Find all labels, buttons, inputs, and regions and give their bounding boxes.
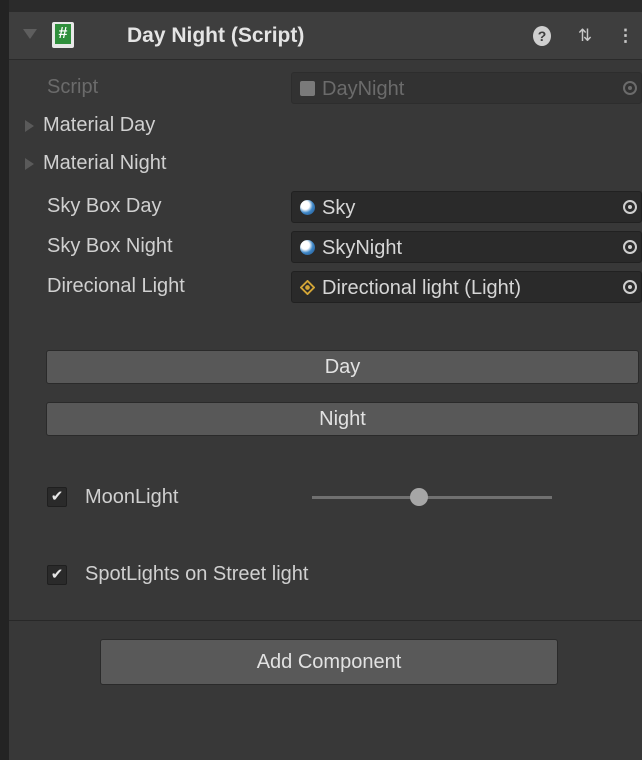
sky-box-day-field[interactable]: Sky <box>291 191 642 223</box>
add-component-button[interactable]: Add Component <box>100 639 558 685</box>
sky-box-night-value: SkyNight <box>322 237 403 259</box>
foldout-arrow-icon[interactable] <box>25 158 34 170</box>
directional-light-label: Direcional Light <box>47 275 185 297</box>
spotlights-label: SpotLights on Street light <box>85 563 309 585</box>
preset-icon[interactable]: ⇅ <box>574 26 596 46</box>
hash-icon: # <box>55 24 71 44</box>
moonlight-checkbox[interactable]: ✔ <box>47 487 67 507</box>
moonlight-slider-thumb[interactable] <box>410 488 428 506</box>
directional-light-value: Directional light (Light) <box>322 277 521 299</box>
sky-box-day-label: Sky Box Day <box>47 195 162 217</box>
sky-box-night-row: Sky Box Night SkyNight <box>9 229 642 265</box>
moonlight-label: MoonLight <box>85 486 179 508</box>
script-label: Script <box>47 76 99 98</box>
kebab-menu-icon[interactable]: ⋮ <box>617 26 634 46</box>
inspector-panel: # Day Night (Script) ? ⇅ ⋮ Script DayNig… <box>0 0 642 760</box>
sky-box-day-value: Sky <box>322 197 356 219</box>
sky-box-night-label: Sky Box Night <box>47 235 173 257</box>
left-strip <box>0 0 9 760</box>
sky-box-day-row: Sky Box Day Sky <box>9 189 642 225</box>
material-sphere-icon <box>300 240 315 255</box>
top-strip <box>0 0 642 12</box>
script-asset-icon <box>300 81 315 96</box>
moonlight-slider-track[interactable] <box>312 496 552 499</box>
fold-arrow-icon[interactable] <box>23 29 37 39</box>
material-sphere-icon <box>300 200 315 215</box>
sky-box-night-field[interactable]: SkyNight <box>291 231 642 263</box>
component-header[interactable]: # Day Night (Script) ? ⇅ ⋮ <box>9 12 642 60</box>
help-icon[interactable]: ? <box>533 26 551 46</box>
material-day-label[interactable]: Material Day <box>43 114 155 137</box>
object-picker-icon <box>623 81 637 95</box>
material-day-row[interactable]: Material Day <box>9 108 642 144</box>
object-picker-icon[interactable] <box>623 200 637 214</box>
directional-light-field[interactable]: Directional light (Light) <box>291 271 642 303</box>
script-field: DayNight <box>291 72 642 104</box>
spotlights-checkbox[interactable]: ✔ <box>47 565 67 585</box>
script-row: Script DayNight <box>9 70 642 106</box>
material-night-label[interactable]: Material Night <box>43 152 166 175</box>
directional-light-row: Direcional Light Directional light (Ligh… <box>9 269 642 305</box>
night-button[interactable]: Night <box>46 402 639 436</box>
day-button[interactable]: Day <box>46 350 639 384</box>
light-icon <box>300 280 315 295</box>
object-picker-icon[interactable] <box>623 240 637 254</box>
material-night-row[interactable]: Material Night <box>9 146 642 182</box>
object-picker-icon[interactable] <box>623 280 637 294</box>
divider <box>9 620 642 621</box>
component-title: Day Night (Script) <box>127 24 305 47</box>
foldout-arrow-icon[interactable] <box>25 120 34 132</box>
script-field-value: DayNight <box>322 78 405 100</box>
script-icon: # <box>52 22 74 48</box>
